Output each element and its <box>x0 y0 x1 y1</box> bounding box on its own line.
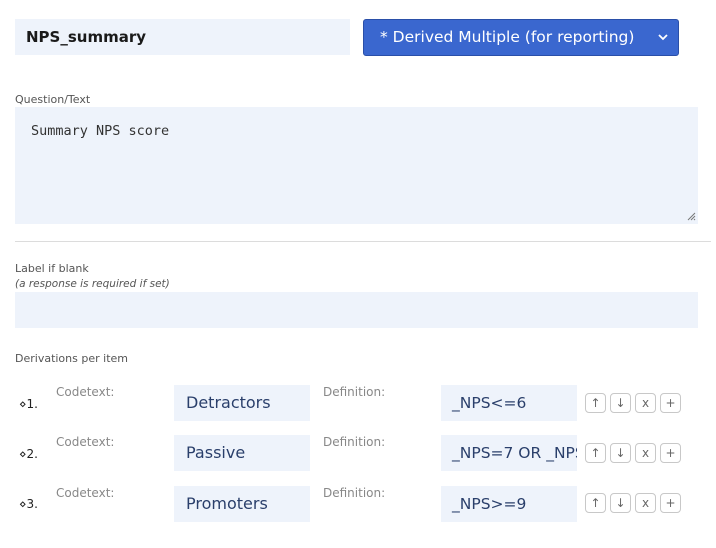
remove-item-button[interactable]: x <box>635 493 656 513</box>
codetext-label: Codetext: <box>56 435 115 449</box>
derivation-row-number: ⋄2. <box>19 447 38 461</box>
question-text-label: Question/Text <box>15 93 91 106</box>
definition-label: Definition: <box>323 486 386 500</box>
section-divider <box>15 241 711 242</box>
chevron-down-icon <box>658 20 668 55</box>
label-if-blank-input[interactable] <box>15 292 698 328</box>
move-up-button[interactable]: ↑ <box>585 493 606 513</box>
derivation-row-number: ⋄1. <box>19 397 38 411</box>
resize-handle-icon[interactable] <box>686 211 696 221</box>
label-if-blank-note: (a response is required if set) <box>15 278 170 290</box>
definition-input[interactable]: _NPS=7 OR _NPS=8 <box>441 435 577 471</box>
definition-input[interactable]: _NPS<=6 <box>441 385 577 421</box>
definition-label: Definition: <box>323 435 386 449</box>
definition-input[interactable]: _NPS>=9 <box>441 486 577 522</box>
question-type-select[interactable]: * Derived Multiple (for reporting) <box>363 19 679 56</box>
question-text-area[interactable]: Summary NPS score <box>15 107 698 224</box>
question-type-selected: * Derived Multiple (for reporting) <box>380 28 635 46</box>
derived-question-editor: NPS_summary * Derived Multiple (for repo… <box>0 0 716 548</box>
codetext-input[interactable]: Promoters <box>174 486 310 522</box>
move-down-button[interactable]: ↓ <box>610 443 631 463</box>
definition-label: Definition: <box>323 385 386 399</box>
codetext-input[interactable]: Detractors <box>174 385 310 421</box>
move-down-button[interactable]: ↓ <box>610 393 631 413</box>
add-item-button[interactable]: + <box>660 393 681 413</box>
remove-item-button[interactable]: x <box>635 393 656 413</box>
add-item-button[interactable]: + <box>660 493 681 513</box>
label-if-blank-label: Label if blank <box>15 262 89 275</box>
codetext-input[interactable]: Passive <box>174 435 310 471</box>
variable-name-input[interactable]: NPS_summary <box>15 19 350 55</box>
move-up-button[interactable]: ↑ <box>585 443 606 463</box>
codetext-label: Codetext: <box>56 486 115 500</box>
codetext-label: Codetext: <box>56 385 115 399</box>
remove-item-button[interactable]: x <box>635 443 656 463</box>
derivations-title: Derivations per item <box>15 352 128 365</box>
move-down-button[interactable]: ↓ <box>610 493 631 513</box>
derivation-row-number: ⋄3. <box>19 497 38 511</box>
add-item-button[interactable]: + <box>660 443 681 463</box>
question-text-value: Summary NPS score <box>31 123 170 139</box>
move-up-button[interactable]: ↑ <box>585 393 606 413</box>
